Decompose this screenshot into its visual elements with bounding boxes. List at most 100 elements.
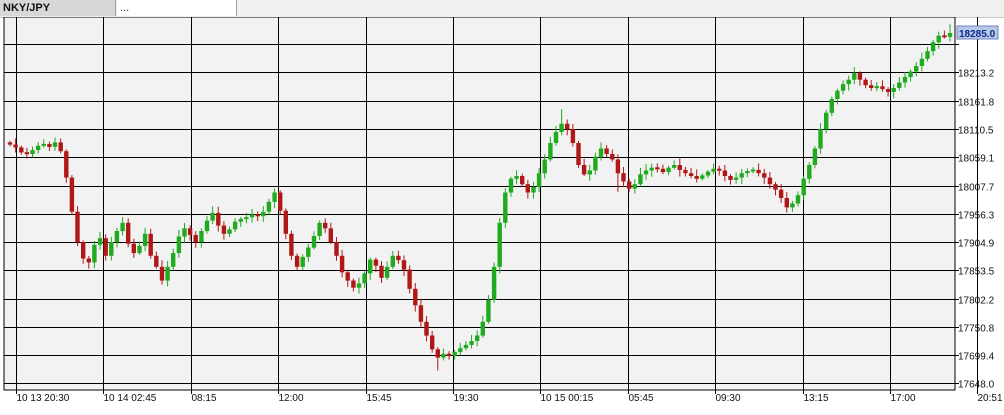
candle-body (176, 236, 182, 253)
candle-body (294, 255, 300, 267)
x-tick-label: 12:00 (279, 393, 304, 404)
candle-body (773, 184, 778, 190)
candle-body (182, 228, 187, 237)
candle-body (69, 177, 75, 212)
candle-body (936, 35, 941, 43)
candle-body (463, 344, 469, 349)
candle-body (266, 201, 272, 212)
candle-body (767, 177, 773, 185)
candlestick-chart[interactable]: 17648.0 17699.4 17750.8 17802.2 17853.5 17904… (0, 17, 1004, 415)
candle-body (475, 335, 480, 341)
x-tick-label: 05:45 (629, 393, 654, 404)
candle-body (587, 170, 592, 175)
candle-body (24, 152, 30, 155)
candle-body (610, 154, 615, 160)
candle-body (272, 192, 277, 202)
candle-body (852, 73, 857, 80)
candle-body (840, 84, 846, 91)
candle-body (666, 167, 671, 173)
candle-body (807, 165, 812, 179)
candle-body (221, 225, 227, 234)
candle-body (553, 132, 559, 143)
x-tick-label: 08:15 (192, 393, 217, 404)
candle-body (672, 165, 677, 168)
candle-body (717, 168, 722, 171)
candle-body (278, 192, 283, 211)
candle-body (401, 260, 407, 270)
candle-body (97, 238, 103, 245)
candle-body (261, 211, 266, 217)
candle-body (7, 142, 13, 145)
candle-body (638, 174, 643, 185)
candle-body (435, 349, 440, 358)
candle-body (863, 79, 868, 86)
candle-body (745, 171, 750, 174)
candle-body (700, 175, 705, 179)
candle-body (784, 198, 789, 208)
candle-body (126, 222, 131, 244)
candle-body (632, 184, 637, 189)
price-axis: 17648.0 17699.4 17750.8 17802.2 17853.5 17904… (955, 44, 995, 391)
tab-symbol[interactable]: NKY/JPY (0, 0, 116, 16)
candle-body (559, 123, 564, 132)
candle-body (373, 259, 379, 266)
y-tick-label: 18059.1 (958, 154, 995, 165)
candle-body (345, 272, 350, 281)
candle-body (874, 86, 879, 89)
candle-body (508, 178, 514, 193)
candle-body (165, 266, 170, 281)
candle-body (407, 269, 412, 289)
x-tick-label: 10 14 02:45 (104, 393, 157, 404)
candle-body (520, 176, 525, 185)
candle-body (818, 129, 823, 149)
candle-body (942, 35, 947, 38)
candle-body (114, 231, 120, 242)
candle-body (137, 245, 142, 254)
candle-body (300, 256, 305, 267)
x-tick-label: 09:30 (716, 393, 741, 404)
candle-body (339, 255, 345, 273)
candle-body (379, 265, 384, 278)
candle-body (548, 143, 553, 160)
candle-body (593, 156, 598, 171)
y-tick-label: 17802.2 (958, 296, 995, 307)
candle-body (238, 218, 243, 222)
candle-body (120, 222, 125, 232)
candle-body (413, 288, 418, 306)
candle-body (829, 99, 834, 113)
candle-body (35, 145, 41, 151)
y-tick-label: 17904.9 (958, 239, 995, 250)
candle-body (159, 266, 165, 281)
candle-body (885, 89, 891, 92)
candle-body (655, 167, 660, 170)
candle-body (384, 266, 390, 278)
candle-body (131, 243, 136, 254)
candle-body (446, 353, 452, 356)
candle-body (41, 143, 46, 146)
tab-more[interactable]: ... (117, 0, 237, 16)
x-tick-label: 19:30 (454, 393, 479, 404)
candle-body (891, 88, 896, 92)
candle-body (930, 42, 936, 52)
candle-body (812, 148, 818, 165)
candle-body (722, 170, 728, 176)
candle-body (919, 58, 925, 66)
candle-body (621, 173, 626, 182)
candle-body (683, 169, 688, 174)
candle-body (193, 234, 198, 243)
x-tick-label: 10 15 00:15 (541, 393, 594, 404)
candle-body (351, 280, 356, 288)
candle-body (514, 176, 519, 179)
candle-body (503, 192, 508, 223)
candle-body (914, 66, 919, 72)
candle-body (705, 171, 711, 176)
candle-body (795, 195, 801, 204)
candle-body (142, 233, 148, 246)
candle-body (649, 167, 654, 171)
candle-body (846, 79, 851, 85)
candle-body (199, 231, 204, 242)
candle-body (869, 85, 874, 88)
x-tick-label: 15:45 (367, 393, 392, 404)
candle-body (58, 142, 63, 152)
candle-body (154, 255, 159, 267)
